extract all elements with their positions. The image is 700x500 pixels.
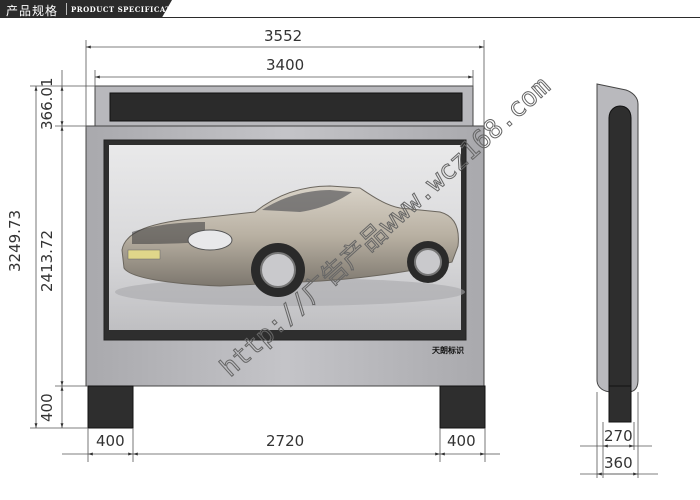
top-light-box-panel [109,92,463,122]
dim-leg-width-left: 400 [96,432,125,450]
front-view: 天朗标识 [85,85,486,429]
dim-leg-width-right: 400 [447,432,476,450]
dim-side-inner-depth: 270 [604,427,633,445]
dim-leg-gap: 2720 [266,432,304,450]
spec-drawing: 天朗标识 3552 3400 400 2720 400 3249.73 366.… [6,27,658,478]
dim-screen-height: 2413.72 [38,230,56,292]
dim-total-height: 3249.73 [6,210,24,272]
dim-side-outer-depth: 360 [604,454,633,472]
right-leg [439,385,486,429]
dim-top-band-height: 366.01 [38,78,56,131]
dim-inner-width: 3400 [266,56,304,74]
side-leg [608,385,632,423]
brand-label: 天朗标识 [432,345,464,355]
dim-overall-width: 3552 [264,27,302,45]
side-view [596,83,639,423]
left-leg [87,385,134,429]
dim-leg-height: 400 [38,393,56,422]
side-frame-inner [608,105,632,387]
